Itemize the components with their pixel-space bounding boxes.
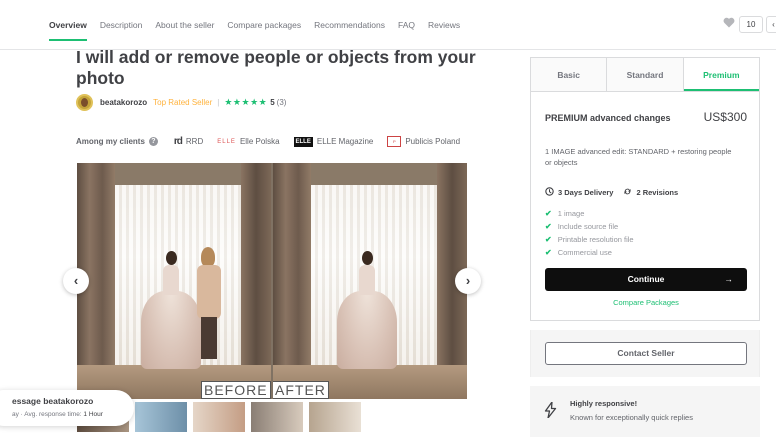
tab-compare-packages[interactable]: Compare packages [227,20,301,30]
star-rating-icons: ★★★★★ [224,97,268,107]
tab-standard[interactable]: Standard [607,58,684,91]
chat-response-value: 1 Hour [83,411,103,418]
feature-label: 1 image [557,209,585,218]
check-icon: ✔ [545,209,552,218]
bride-figure [337,251,397,369]
gallery-prev-button[interactable]: ‹ [63,268,89,294]
compare-packages-link[interactable]: Compare Packages [531,298,761,307]
feature-list: ✔ 1 image ✔ Include source file ✔ Printable… [545,207,634,259]
top-rated-badge: Top Rated Seller [153,98,213,107]
after-photo [273,163,467,399]
arrow-right-icon: → [724,274,734,284]
review-count[interactable]: (3) [277,98,287,107]
share-button[interactable]: ‹ [766,16,776,33]
client-rrd: rd RRD [174,136,203,147]
elle-magazine-logo-icon: ELLE [293,136,313,147]
helper-figure [195,247,223,359]
nav-tabs: Overview Description About the seller Co… [49,20,460,41]
package-name: PREMIUM advanced changes [545,113,671,123]
package-description: 1 IMAGE advanced edit: STANDARD + restor… [545,147,732,167]
gig-gallery-image[interactable]: BEFORE AFTER [77,163,467,399]
thumbnail[interactable] [309,402,361,432]
list-item: ✔ Printable resolution file [545,233,634,246]
client-name: ELLE Magazine [316,137,374,146]
bride-figure [141,251,201,369]
lightning-icon [544,401,557,421]
help-icon[interactable]: ? [148,137,158,146]
gallery-next-button[interactable]: › [455,268,481,294]
package-tabs: Basic Standard Premium [531,58,759,92]
clients-label: Among my clients [76,137,145,146]
package-meta: 3 Days Delivery 2 Revisions [545,187,678,198]
message-seller-bubble[interactable]: essage beatakorozo ay · Avg. response ti… [0,390,134,426]
chat-sub-prefix: ay · Avg. response time: [12,411,84,418]
continue-label: Continue [627,274,665,284]
after-label: AFTER [273,381,329,399]
client-elle-magazine: ELLE ELLE Magazine [293,136,374,147]
tab-recommendations[interactable]: Recommendations [314,20,385,30]
feature-label: Printable resolution file [557,235,634,244]
thumbnail[interactable] [193,402,245,432]
tab-about-seller[interactable]: About the seller [155,20,214,30]
delivery-time: 3 Days Delivery [558,188,614,197]
responsive-subtitle: Known for exceptionally quick replies [570,413,693,422]
before-label: BEFORE [201,381,271,399]
tab-reviews[interactable]: Reviews [428,20,460,30]
gig-nav: Overview Description About the seller Co… [0,0,776,50]
feature-label: Commercial use [557,248,612,257]
thumbnail[interactable] [251,402,303,432]
client-elle-polska: ELLE Elle Polska [217,137,279,146]
package-header: PREMIUM advanced changes US$300 [545,110,747,124]
responsive-title: Highly responsive! [570,399,638,408]
client-publicis: P Publicis Poland [387,136,460,147]
list-item: ✔ Include source file [545,220,634,233]
tab-description[interactable]: Description [100,20,143,30]
gig-title: I will add or remove people or objects f… [76,47,476,88]
client-name: RRD [185,137,204,146]
rrd-logo-icon: rd [173,136,183,147]
contact-seller-button[interactable]: Contact Seller [545,342,747,365]
feature-label: Include source file [557,222,619,231]
client-name: Publicis Poland [405,137,461,146]
seller-name[interactable]: beatakorozo [100,98,147,107]
tab-basic[interactable]: Basic [531,58,608,91]
check-icon: ✔ [545,222,552,231]
before-photo [77,163,271,399]
tab-overview[interactable]: Overview [49,20,87,41]
elle-logo-icon: ELLE [217,138,236,145]
client-name: Elle Polska [239,137,280,146]
chat-title: essage beatakorozo [12,396,94,406]
list-item: ✔ Commercial use [545,246,634,259]
refresh-icon [623,187,632,198]
tab-faq[interactable]: FAQ [398,20,415,30]
revisions: 2 Revisions [636,188,679,197]
package-price: US$300 [703,110,747,124]
thumbnail[interactable] [135,402,187,432]
contact-section: Contact Seller [530,330,760,377]
clients-row: Among my clients ? rd RRD ELLE Elle Pols… [76,136,474,147]
save-count: 10 [739,16,763,33]
heart-icon[interactable] [723,17,735,29]
divider: | [217,98,220,107]
package-card: Basic Standard Premium PREMIUM advanced … [530,57,760,321]
rating-score: 5 [270,98,275,107]
chat-response-time: ay · Avg. response time: 1 Hour [12,411,134,418]
seller-overview: beatakorozo Top Rated Seller | ★★★★★ 5 (… [76,94,286,111]
check-icon: ✔ [545,248,552,257]
check-icon: ✔ [545,235,552,244]
publicis-logo-icon: P [387,136,402,147]
continue-button[interactable]: Continue → [545,268,747,291]
tab-premium[interactable]: Premium [683,58,759,91]
avatar[interactable] [76,94,93,111]
clock-icon [545,187,554,198]
highly-responsive-box: Highly responsive! Known for exceptional… [530,386,760,437]
list-item: ✔ 1 image [545,207,634,220]
